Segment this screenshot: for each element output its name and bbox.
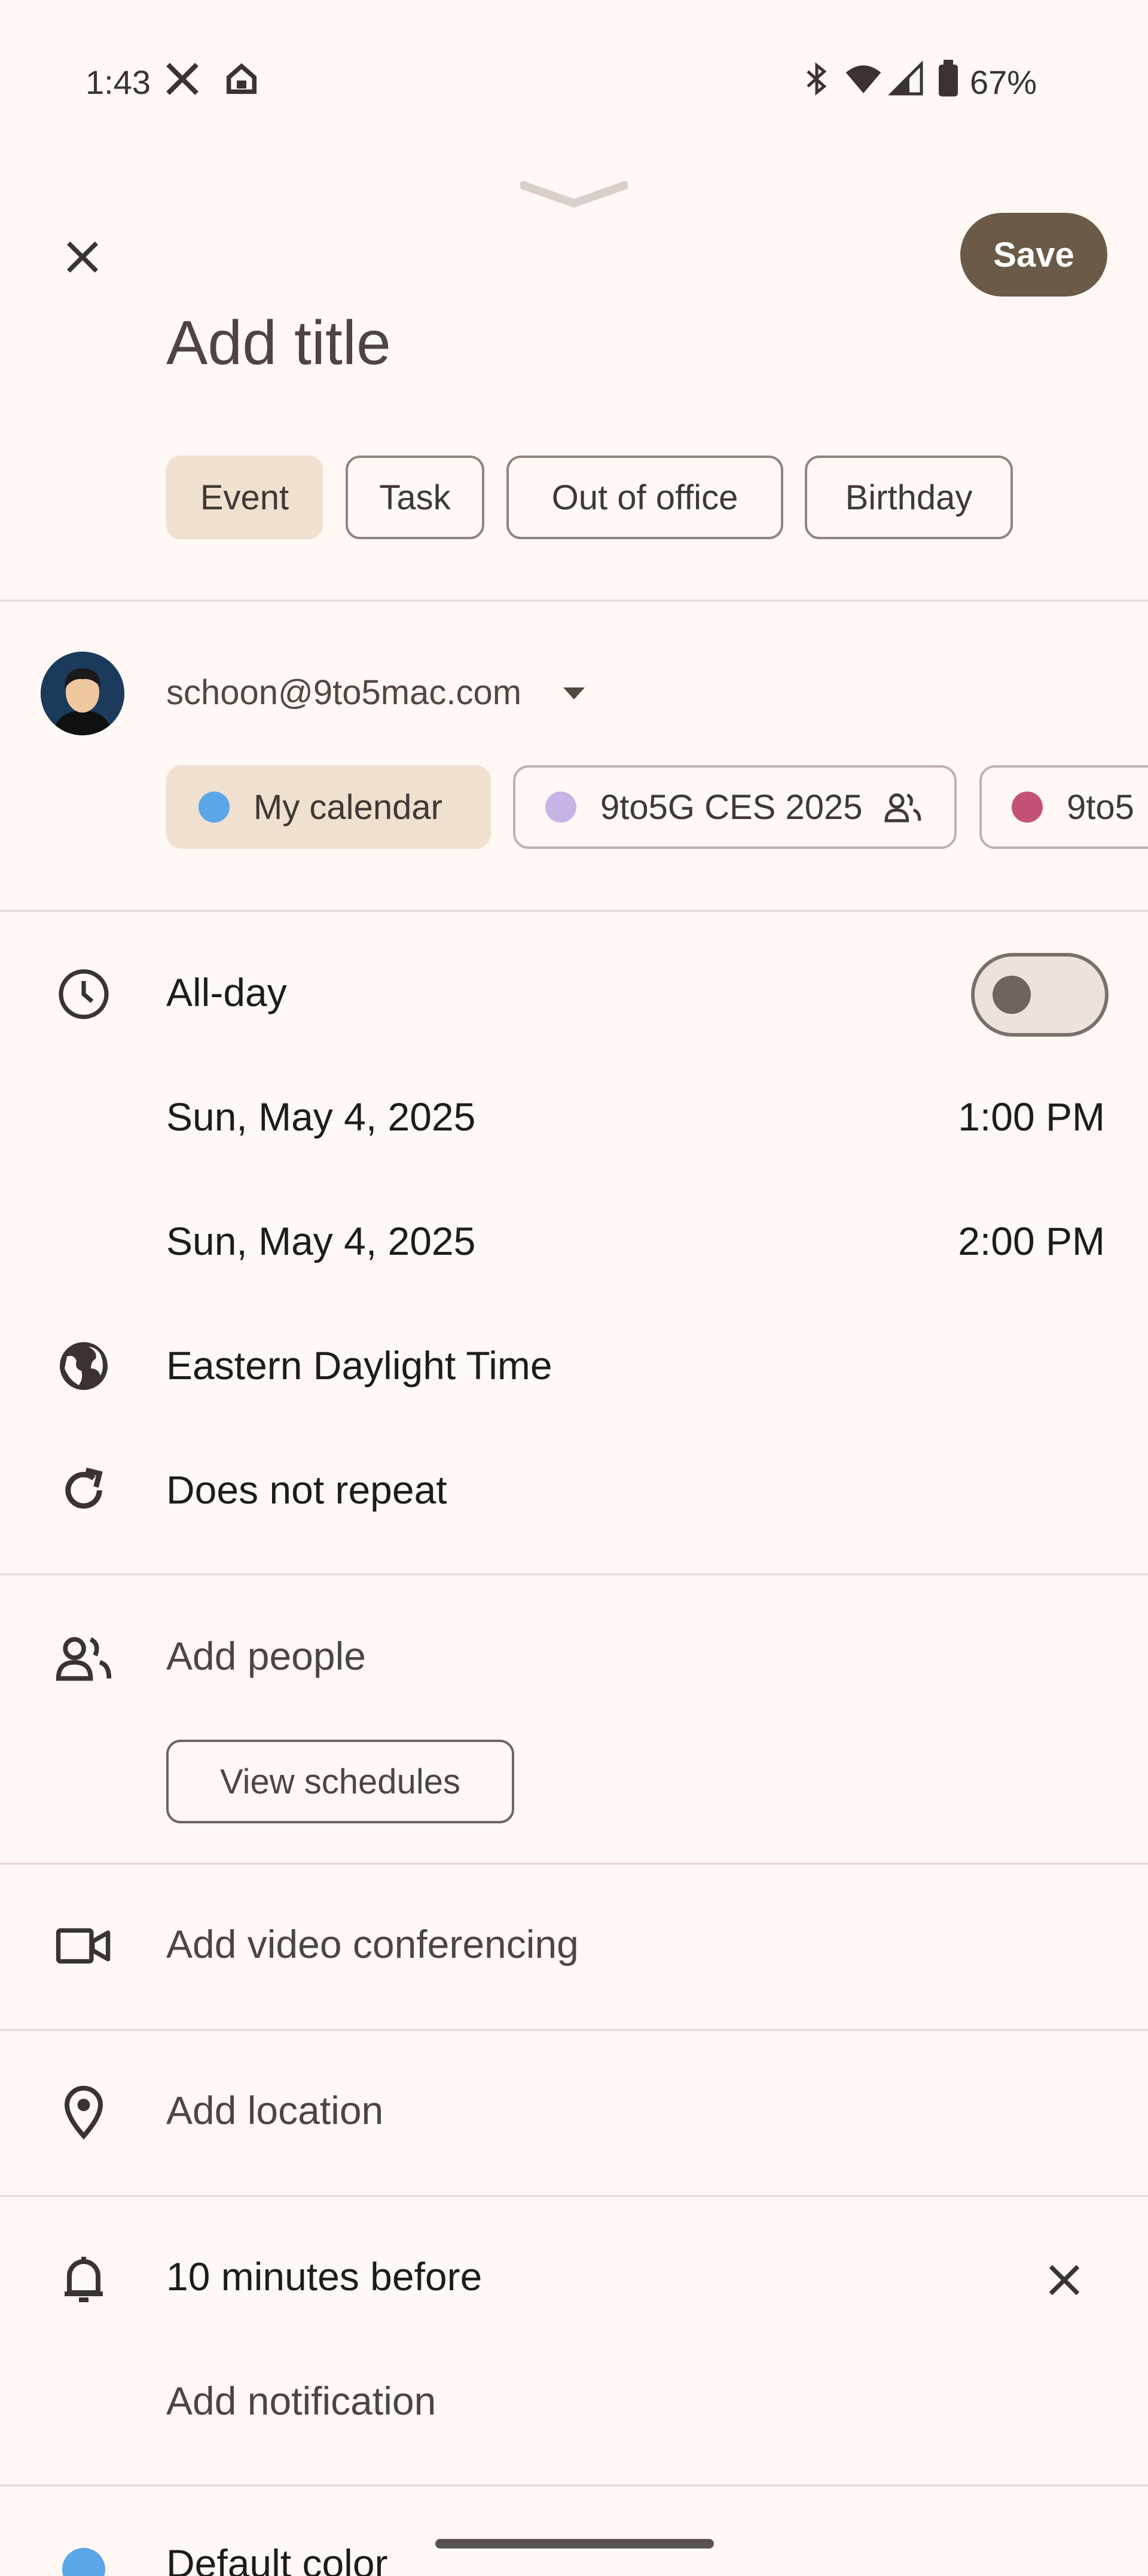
- wifi-icon: [842, 60, 885, 101]
- shared-people-icon: [883, 790, 923, 824]
- toggle-knob: [993, 976, 1031, 1014]
- chip-out-of-office[interactable]: Out of office: [506, 456, 783, 539]
- remove-notification-button[interactable]: [1034, 2250, 1094, 2310]
- calendar-color-dot: [1012, 792, 1043, 823]
- default-color[interactable]: Default color: [166, 2541, 388, 2576]
- chip-task[interactable]: Task: [346, 456, 484, 539]
- account-email[interactable]: schoon@9to5mac.com: [166, 673, 521, 713]
- divider: [0, 600, 1148, 601]
- end-date[interactable]: Sun, May 4, 2025: [166, 1218, 475, 1264]
- calendar-color-dot: [545, 792, 576, 823]
- repeat-icon: [51, 1457, 117, 1523]
- divider: [0, 2485, 1148, 2486]
- globe-icon: [51, 1333, 117, 1399]
- close-icon: [1049, 2265, 1080, 2296]
- calendar-chip-label: 9to5: [1067, 787, 1134, 827]
- gesture-nav-bar[interactable]: [435, 2539, 714, 2549]
- timezone[interactable]: Eastern Daylight Time: [166, 1343, 552, 1388]
- view-schedules-button[interactable]: View schedules: [166, 1740, 514, 1823]
- divider: [0, 910, 1148, 912]
- calendar-chip-9to5g-ces[interactable]: 9to5G CES 2025: [513, 765, 957, 849]
- calendar-color-dot: [199, 792, 230, 823]
- repeat-option[interactable]: Does not repeat: [166, 1467, 447, 1512]
- add-notification[interactable]: Add notification: [166, 2378, 436, 2424]
- battery-percent: 67%: [970, 63, 1037, 101]
- battery-icon: [936, 60, 960, 101]
- divider: [0, 2029, 1148, 2031]
- divider: [0, 1573, 1148, 1575]
- clock-icon: [51, 961, 117, 1027]
- calendar-chip-my-calendar[interactable]: My calendar: [166, 765, 491, 849]
- all-day-label: All-day: [166, 970, 287, 1014]
- location-pin-icon: [51, 2079, 117, 2145]
- home-icon: [222, 60, 261, 101]
- divider: [0, 1863, 1148, 1865]
- bluetooth-icon: [799, 60, 835, 101]
- x-icon: [163, 60, 201, 101]
- video-camera-icon: [51, 1913, 117, 1979]
- start-date[interactable]: Sun, May 4, 2025: [166, 1094, 475, 1139]
- add-video-conferencing[interactable]: Add video conferencing: [166, 1921, 579, 1967]
- add-people-field[interactable]: Add people: [166, 1633, 366, 1679]
- chip-event[interactable]: Event: [166, 456, 323, 539]
- chip-birthday[interactable]: Birthday: [805, 456, 1013, 539]
- calendar-chip-9to5[interactable]: 9to5: [979, 765, 1148, 849]
- caret-down-icon[interactable]: [562, 686, 586, 704]
- start-time[interactable]: 1:00 PM: [958, 1094, 1105, 1139]
- people-icon: [51, 1625, 117, 1691]
- title-input[interactable]: Add title: [166, 308, 391, 379]
- end-time[interactable]: 2:00 PM: [958, 1218, 1105, 1264]
- divider: [0, 2195, 1148, 2197]
- add-location[interactable]: Add location: [166, 2088, 383, 2133]
- status-time: 1:43: [86, 63, 151, 101]
- sheet-drag-handle[interactable]: [519, 179, 629, 212]
- signal-icon: [887, 60, 924, 101]
- calendar-chip-label: 9to5G CES 2025: [600, 787, 863, 827]
- color-swatch: [62, 2548, 105, 2576]
- bell-icon: [51, 2245, 117, 2311]
- close-button[interactable]: [53, 227, 112, 287]
- notification-value[interactable]: 10 minutes before: [166, 2254, 482, 2299]
- all-day-toggle[interactable]: [971, 953, 1109, 1037]
- save-button[interactable]: Save: [960, 213, 1107, 297]
- calendar-chip-label: My calendar: [254, 787, 442, 827]
- close-icon: [66, 241, 99, 273]
- avatar[interactable]: [41, 652, 124, 735]
